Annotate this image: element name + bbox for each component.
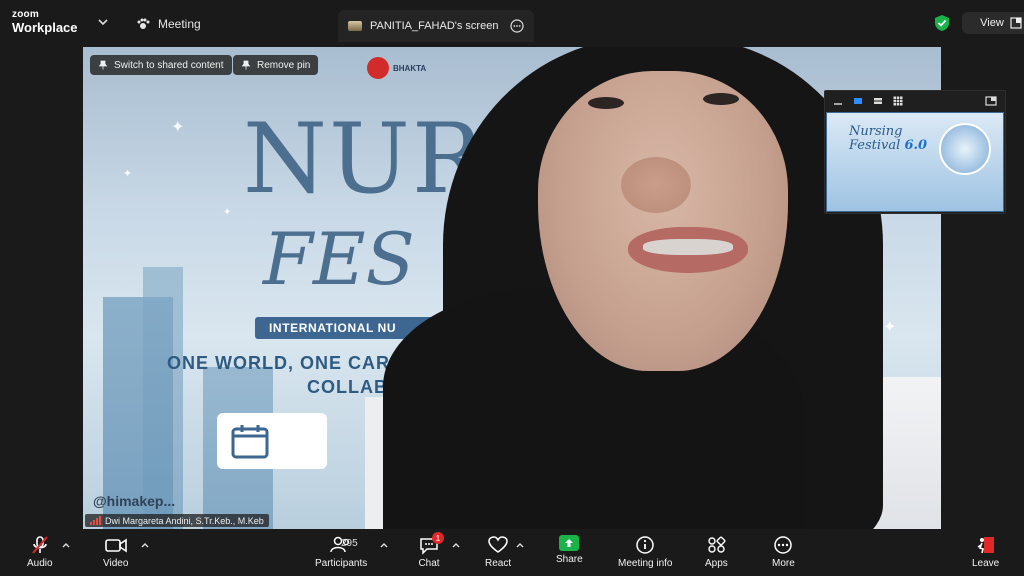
more-label: More xyxy=(772,558,795,569)
chat-unread-badge: 1 xyxy=(432,532,444,544)
org-logo-icon xyxy=(367,57,389,79)
thumbnail-title-line2: Festival xyxy=(849,137,901,153)
share-button[interactable]: Share xyxy=(556,535,583,565)
microphone-muted-icon xyxy=(32,536,48,554)
speaker-face xyxy=(538,71,788,371)
sparkle-icon: ✦ xyxy=(883,319,897,336)
chevron-down-icon[interactable] xyxy=(96,15,110,29)
react-options-caret-icon[interactable] xyxy=(516,541,524,549)
leave-button[interactable]: Leave xyxy=(972,535,999,569)
strip-view-icon[interactable] xyxy=(873,96,883,106)
leave-label: Leave xyxy=(972,558,1000,569)
paw-icon xyxy=(137,18,150,29)
shared-screen-label: PANITIA_FAHAD's screen xyxy=(370,20,499,32)
video-button[interactable]: Video xyxy=(103,535,128,569)
share-screen-icon xyxy=(559,535,580,551)
poster-handle: @himakep... xyxy=(93,493,176,509)
more-icon xyxy=(774,536,793,554)
heart-icon xyxy=(488,536,508,553)
chat-label: Chat xyxy=(418,558,440,569)
shield-check-icon[interactable] xyxy=(934,14,950,32)
speaker-nose xyxy=(621,157,691,213)
react-label: React xyxy=(485,558,512,569)
chat-options-caret-icon[interactable] xyxy=(452,541,460,549)
signal-bars-icon xyxy=(90,516,101,525)
leave-door-icon xyxy=(977,537,994,554)
switch-to-shared-content-button[interactable]: Switch to shared content xyxy=(90,55,232,75)
participants-button[interactable]: 295 Participants xyxy=(315,535,367,569)
apps-button[interactable]: Apps xyxy=(705,535,728,569)
thumbnail-image: Nursing Festival 6.0 xyxy=(826,112,1004,212)
grid-view-icon[interactable] xyxy=(893,96,903,106)
switch-label: Switch to shared content xyxy=(114,59,224,71)
share-label: Share xyxy=(556,554,583,565)
view-button[interactable]: View xyxy=(962,12,1024,34)
sparkle-icon: ✦ xyxy=(223,207,232,218)
video-camera-icon xyxy=(104,538,127,553)
more-button[interactable]: More xyxy=(772,535,795,569)
apps-icon xyxy=(708,536,726,553)
zoom-logo: zoom Workplace xyxy=(12,9,78,35)
speaker-eye xyxy=(588,97,624,109)
poster-tagline-1: ONE WORLD, ONE CARE xyxy=(167,353,404,373)
sparkle-icon: ✦ xyxy=(123,168,133,180)
minimize-icon[interactable] xyxy=(833,96,843,106)
poster-date-card xyxy=(217,413,327,469)
more-options-icon[interactable] xyxy=(510,19,524,33)
poster-org-logo: BHAKTA xyxy=(367,57,426,79)
meeting-info-label: Meeting info xyxy=(618,558,673,569)
thumbnail-toolbar xyxy=(825,91,1005,111)
single-view-icon[interactable] xyxy=(853,96,863,106)
screen-thumbnail-icon xyxy=(348,21,362,31)
poster-tagline-2: COLLAB xyxy=(307,377,388,397)
logo-line2: Workplace xyxy=(12,20,78,35)
participant-count: 295 xyxy=(341,538,358,549)
poster-title-2: FES xyxy=(263,217,415,301)
chat-button[interactable]: 1 Chat xyxy=(418,532,444,569)
audio-options-caret-icon[interactable] xyxy=(62,541,70,549)
apps-label: Apps xyxy=(705,558,728,569)
speaker-name: Dwi Margareta Andini, S.Tr.Keb., M.Keb xyxy=(105,515,264,526)
meeting-toolbar: Audio Video 295 Participants 1 Chat Reac xyxy=(0,529,1024,576)
audio-label: Audio xyxy=(27,558,53,569)
globe-illustration xyxy=(939,123,991,175)
meeting-button[interactable]: Meeting xyxy=(136,14,201,34)
poster-building xyxy=(143,267,183,529)
logo-line1: zoom xyxy=(12,9,39,20)
video-label: Video xyxy=(103,558,129,569)
poster-org: BHAKTA xyxy=(393,63,427,73)
view-label: View xyxy=(980,17,1004,29)
meeting-info-button[interactable]: Meeting info xyxy=(618,535,672,569)
shared-content-thumbnail[interactable]: Nursing Festival 6.0 xyxy=(824,90,1006,214)
speaker-name-tag: Dwi Margareta Andini, S.Tr.Keb., M.Keb xyxy=(85,514,269,527)
remove-pin-button[interactable]: Remove pin xyxy=(233,55,319,75)
pin-icon xyxy=(241,60,251,70)
participants-label: Participants xyxy=(315,558,368,569)
pin-icon xyxy=(98,60,108,70)
thumbnail-version: 6.0 xyxy=(904,137,928,153)
speaker-teeth xyxy=(643,239,733,255)
remove-pin-label: Remove pin xyxy=(257,59,311,71)
meeting-label: Meeting xyxy=(158,17,201,31)
participants-options-caret-icon[interactable] xyxy=(380,541,388,549)
calendar-icon xyxy=(231,425,269,459)
shared-screen-tab[interactable]: PANITIA_FAHAD's screen xyxy=(338,10,534,42)
react-button[interactable]: React xyxy=(485,535,511,569)
speaker-eye xyxy=(703,93,739,105)
grid-view-icon xyxy=(1010,17,1022,29)
thumbnail-title: Nursing Festival 6.0 xyxy=(849,125,927,152)
view-controls: View xyxy=(934,12,1024,34)
dock-icon[interactable] xyxy=(985,96,997,106)
audio-button[interactable]: Audio xyxy=(27,535,53,569)
speaker-video[interactable]: ✦ ✦ ✦ ✦ BHAKTA NUR FES INTERNATIONAL NU … xyxy=(83,47,941,529)
sparkle-icon: ✦ xyxy=(171,119,185,136)
video-options-caret-icon[interactable] xyxy=(141,541,149,549)
info-icon xyxy=(636,536,654,554)
top-bar: zoom Workplace Meeting PANITIA_FAHAD's s… xyxy=(0,0,1024,46)
